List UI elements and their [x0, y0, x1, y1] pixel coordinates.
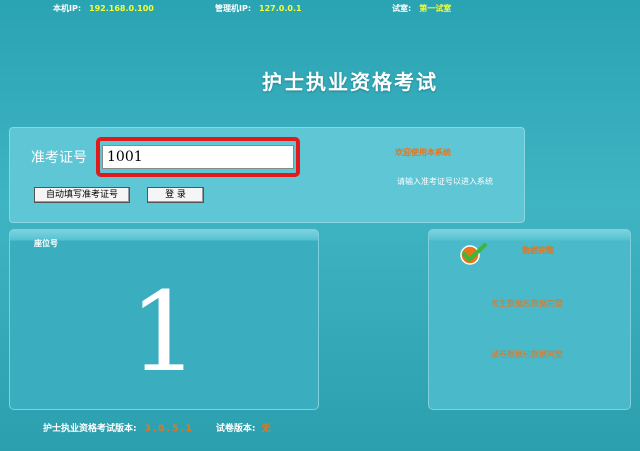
local-ip-info: 本机IP: 192.168.0.100	[53, 3, 154, 14]
room-value: 第一试室	[419, 4, 452, 13]
version-footer: 护士执业资格考试版本: 3.0.5.1 试卷版本: 无	[43, 421, 271, 434]
candidate-data-status: 考生数据包数据完整	[491, 299, 563, 308]
room-info: 试室: 第一试室	[392, 3, 451, 14]
local-ip-value: 192.168.0.100	[89, 4, 154, 13]
paper-version-value: 无	[261, 424, 271, 434]
room-label: 试室:	[392, 4, 412, 13]
auto-fill-button[interactable]: 自动填写准考证号	[34, 187, 130, 203]
admin-ip-info: 管理机IP: 127.0.0.1	[215, 3, 302, 14]
seat-number: 1	[129, 268, 199, 396]
exam-version-label: 护士执业资格考试版本:	[43, 424, 137, 434]
admin-ip-label: 管理机IP:	[215, 4, 252, 13]
candidate-number-input[interactable]: 1001	[102, 145, 294, 169]
top-info-bar: 本机IP: 192.168.0.100 管理机IP: 127.0.0.1 试室: 第一…	[0, 3, 640, 15]
admin-ip-value: 127.0.0.1	[259, 4, 302, 13]
seat-number-label: 座位号	[34, 239, 58, 248]
exam-version-value: 3.0.5.1	[144, 424, 194, 434]
paper-data-status: 试卷数据包数据完整	[491, 350, 563, 359]
candidate-number-label: 准考证号	[31, 150, 87, 166]
login-button[interactable]: 登 录	[147, 187, 204, 203]
local-ip-label: 本机IP:	[53, 4, 82, 13]
paper-version-label: 试卷版本:	[215, 424, 256, 434]
login-hint-text: 请输入准考证号以进入系统	[397, 177, 493, 186]
data-complete-status: 数据完整	[522, 246, 554, 255]
welcome-text: 欢迎使用本系统	[395, 148, 451, 157]
check-icon	[460, 243, 487, 265]
page-title: 护士执业资格考试	[262, 70, 438, 94]
